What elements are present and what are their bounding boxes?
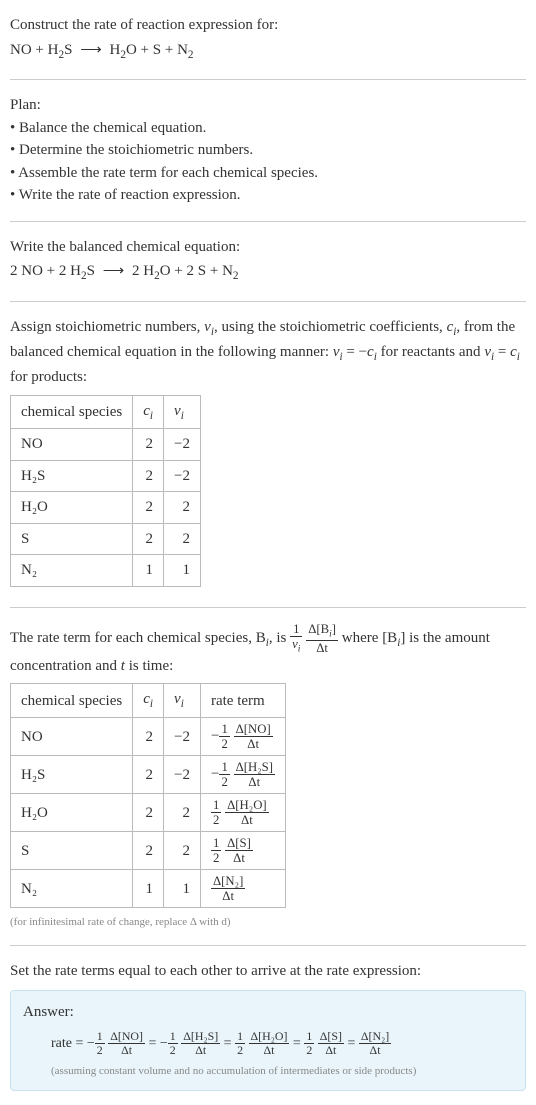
assign-block: Assign stoichiometric numbers, νi, using… (10, 310, 526, 599)
product-s: S (153, 42, 161, 58)
divider (10, 945, 526, 946)
unbalanced-equation: NO + H2S ⟶ H2O + S + N2 (10, 39, 526, 64)
assign-text: Assign stoichiometric numbers, νi, using… (10, 319, 520, 385)
col-species: chemical species (11, 684, 133, 718)
fraction-1-over-nu: 1νi (290, 622, 302, 655)
reactant-no: NO (10, 42, 32, 58)
divider (10, 607, 526, 608)
stoichiometry-table: chemical species ci νi NO2−2 H₂S2−2 H₂O2… (10, 395, 201, 587)
product-n2: N2 (177, 42, 193, 58)
divider (10, 221, 526, 222)
col-rateterm: rate term (200, 684, 285, 718)
plan-item: • Balance the chemical equation. (10, 117, 526, 140)
answer-box: Answer: rate = −12 Δ[NO]Δt = −12 Δ[H₂S]Δ… (10, 990, 526, 1090)
balanced-heading: Write the balanced chemical equation: (10, 236, 526, 259)
col-ci: ci (133, 684, 164, 718)
reactant-h2s: H2S (48, 42, 73, 58)
table-row: H₂O22 (11, 492, 201, 524)
bal-reactant-no: 2 NO (10, 263, 43, 279)
col-ci: ci (133, 395, 164, 429)
col-nui: νi (164, 684, 201, 718)
balanced-block: Write the balanced chemical equation: 2 … (10, 230, 526, 293)
table-row: H₂S2−2 (11, 460, 201, 492)
plan-block: Plan: • Balance the chemical equation. •… (10, 88, 526, 213)
bal-product-h2o: 2 H2O (132, 263, 171, 279)
table-row: N₂11 Δ[N₂]Δt (11, 870, 286, 908)
bal-product-n2: N2 (222, 263, 238, 279)
col-species: chemical species (11, 395, 133, 429)
balanced-equation: 2 NO + 2 H2S ⟶ 2 H2O + 2 S + N2 (10, 260, 526, 285)
table-row: H₂S2−2 −12 Δ[H₂S]Δt (11, 756, 286, 794)
intro-prompt: Construct the rate of reaction expressio… (10, 14, 526, 37)
divider (10, 301, 526, 302)
reaction-arrow-icon: ⟶ (99, 263, 129, 279)
table-row: S22 12 Δ[S]Δt (11, 832, 286, 870)
plan-item: • Determine the stoichiometric numbers. (10, 139, 526, 162)
final-heading: Set the rate terms equal to each other t… (10, 960, 526, 983)
answer-label: Answer: (23, 1001, 513, 1024)
table-row: NO2−2 (11, 429, 201, 461)
table-header-row: chemical species ci νi (11, 395, 201, 429)
fraction-dbi-dt: Δ[Bi]Δt (306, 622, 338, 655)
reaction-arrow-icon: ⟶ (76, 42, 106, 58)
table-header-row: chemical species ci νi rate term (11, 684, 286, 718)
bal-product-s: 2 S (187, 263, 207, 279)
rate-term-table: chemical species ci νi rate term NO2−2 −… (10, 683, 286, 908)
intro-block: Construct the rate of reaction expressio… (10, 8, 526, 71)
plan-heading: Plan: (10, 94, 526, 117)
bal-reactant-h2s: 2 H2S (59, 263, 95, 279)
table-row: N₂11 (11, 555, 201, 587)
rateterm-block: The rate term for each chemical species,… (10, 616, 526, 937)
table-row: NO2−2 −12 Δ[NO]Δt (11, 718, 286, 756)
divider (10, 79, 526, 80)
final-block: Set the rate terms equal to each other t… (10, 954, 526, 1097)
col-nui: νi (164, 395, 201, 429)
infinitesimal-note: (for infinitesimal rate of change, repla… (10, 914, 526, 931)
rateterm-text: The rate term for each chemical species,… (10, 630, 490, 674)
table-row: H₂O22 12 Δ[H₂O]Δt (11, 794, 286, 832)
rate-expression: rate = −12 Δ[NO]Δt = −12 Δ[H₂S]Δt = 12 Δ… (23, 1030, 513, 1057)
product-h2o: H2O (109, 42, 136, 58)
table-row: S22 (11, 523, 201, 555)
plan-item: • Write the rate of reaction expression. (10, 184, 526, 207)
plan-item: • Assemble the rate term for each chemic… (10, 162, 526, 185)
answer-assumption: (assuming constant volume and no accumul… (23, 1063, 513, 1080)
